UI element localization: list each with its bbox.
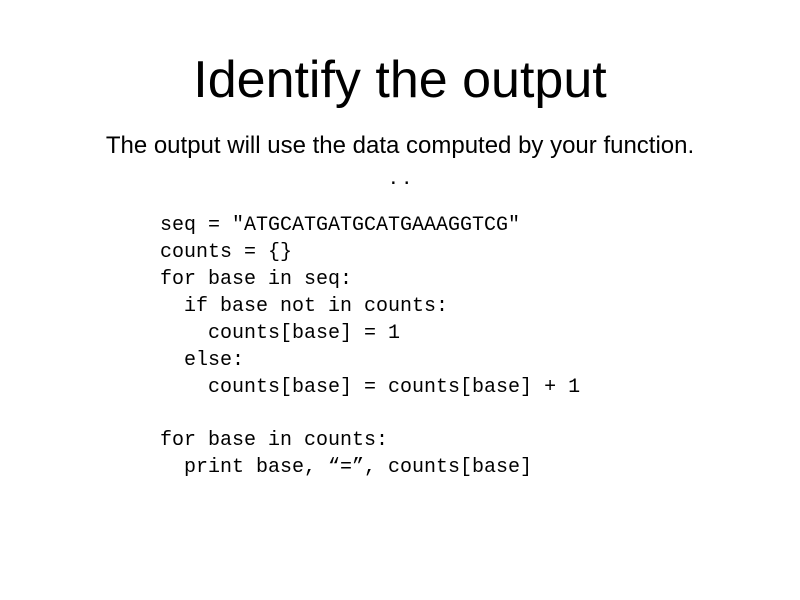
slide-subtitle: The output will use the data computed by… — [60, 130, 740, 192]
code-block-1: seq = "ATGCATGATGCATGAAAGGTCG" counts = … — [160, 212, 740, 401]
slide-title: Identify the output — [60, 50, 740, 110]
code-block-2: for base in counts: print base, “=”, cou… — [160, 427, 740, 481]
